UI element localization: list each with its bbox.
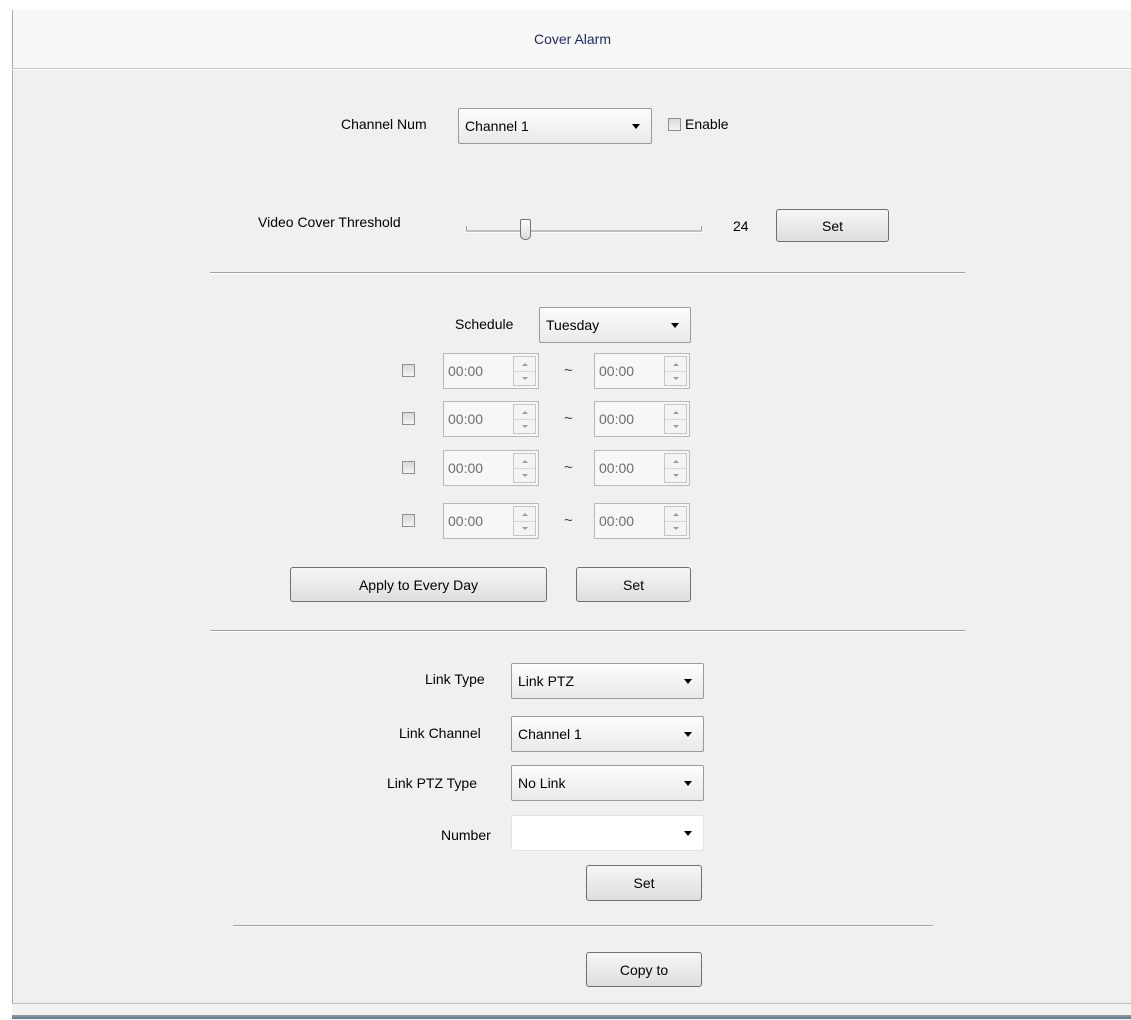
spin-down-icon[interactable] xyxy=(665,521,686,535)
spin-down-icon[interactable] xyxy=(665,468,686,482)
link-type-label: Link Type xyxy=(425,671,485,687)
spin-up-icon[interactable] xyxy=(514,357,535,372)
chevron-down-icon xyxy=(632,124,640,129)
spin-down-icon[interactable] xyxy=(665,371,686,385)
apply-every-day-label: Apply to Every Day xyxy=(358,576,479,593)
window-header: Cover Alarm xyxy=(12,10,1131,69)
copy-to-label: Copy to xyxy=(619,961,669,978)
slider-tick xyxy=(466,226,467,230)
slider-tick xyxy=(701,226,702,230)
schedule-day-value: Tuesday xyxy=(546,317,600,333)
spin-up-icon[interactable] xyxy=(665,357,686,372)
copy-to-button[interactable]: Copy to xyxy=(586,952,702,987)
link-type-value: Link PTZ xyxy=(518,673,575,689)
spin-up-icon[interactable] xyxy=(514,507,535,522)
divider xyxy=(210,272,965,274)
divider xyxy=(233,925,933,927)
time-separator: ~ xyxy=(564,512,573,529)
schedule-end-time[interactable]: 00:00 xyxy=(594,450,690,486)
end-time-value: 00:00 xyxy=(599,513,635,529)
start-time-value: 00:00 xyxy=(448,460,484,476)
threshold-value: 24 xyxy=(733,218,749,234)
schedule-row-checkbox[interactable] xyxy=(402,364,415,377)
schedule-start-time[interactable]: 00:00 xyxy=(443,450,539,486)
number-label: Number xyxy=(441,827,491,843)
schedule-row-checkbox[interactable] xyxy=(402,514,415,527)
schedule-start-time[interactable]: 00:00 xyxy=(443,401,539,437)
channel-num-label: Channel Num xyxy=(341,116,427,132)
schedule-end-time[interactable]: 00:00 xyxy=(594,401,690,437)
spin-up-icon[interactable] xyxy=(665,507,686,522)
chevron-down-icon xyxy=(684,732,692,737)
link-ptz-type-select[interactable]: No Link xyxy=(511,765,704,801)
link-set-label: Set xyxy=(633,875,655,891)
end-time-value: 00:00 xyxy=(599,363,635,379)
threshold-set-label: Set xyxy=(821,217,843,234)
bottom-bar xyxy=(12,1003,1131,1020)
schedule-end-time[interactable]: 00:00 xyxy=(594,503,690,539)
spin-down-icon[interactable] xyxy=(514,521,535,535)
schedule-row-checkbox[interactable] xyxy=(402,412,415,425)
schedule-end-time[interactable]: 00:00 xyxy=(594,353,690,389)
threshold-set-button[interactable]: Set xyxy=(776,209,889,242)
enable-label: Enable xyxy=(685,116,729,132)
schedule-set-label: Set xyxy=(622,576,644,593)
settings-panel xyxy=(12,70,1131,1003)
schedule-start-time[interactable]: 00:00 xyxy=(443,503,539,539)
time-spinner[interactable] xyxy=(664,453,687,483)
page-title: Cover Alarm xyxy=(533,31,612,47)
spin-down-icon[interactable] xyxy=(514,419,535,433)
schedule-set-button[interactable]: Set xyxy=(576,567,691,602)
link-channel-select[interactable]: Channel 1 xyxy=(511,716,704,752)
end-time-value: 00:00 xyxy=(599,460,635,476)
time-spinner[interactable] xyxy=(513,506,536,536)
enable-checkbox[interactable] xyxy=(668,118,681,131)
time-spinner[interactable] xyxy=(513,453,536,483)
link-channel-label: Link Channel xyxy=(399,725,481,741)
spin-up-icon[interactable] xyxy=(665,405,686,420)
link-channel-value: Channel 1 xyxy=(518,726,582,742)
link-type-select[interactable]: Link PTZ xyxy=(511,663,704,699)
schedule-label: Schedule xyxy=(455,316,514,332)
link-set-button[interactable]: Set xyxy=(586,865,702,901)
chevron-down-icon xyxy=(684,831,692,836)
start-time-value: 00:00 xyxy=(448,363,484,379)
divider xyxy=(210,630,965,632)
spin-up-icon[interactable] xyxy=(665,454,686,469)
time-spinner[interactable] xyxy=(664,506,687,536)
spin-up-icon[interactable] xyxy=(514,405,535,420)
start-time-value: 00:00 xyxy=(448,513,484,529)
slider-thumb-icon[interactable] xyxy=(520,219,531,240)
time-spinner[interactable] xyxy=(664,404,687,434)
schedule-row-checkbox[interactable] xyxy=(402,461,415,474)
time-spinner[interactable] xyxy=(664,356,687,386)
time-spinner[interactable] xyxy=(513,356,536,386)
threshold-label: Video Cover Threshold xyxy=(258,214,401,230)
chevron-down-icon xyxy=(684,781,692,786)
link-ptz-type-label: Link PTZ Type xyxy=(387,775,478,791)
link-ptz-type-value: No Link xyxy=(518,775,566,791)
chevron-down-icon xyxy=(671,323,679,328)
spin-down-icon[interactable] xyxy=(514,468,535,482)
apply-every-day-button[interactable]: Apply to Every Day xyxy=(290,567,547,602)
number-select[interactable] xyxy=(511,815,704,851)
channel-num-select[interactable]: Channel 1 xyxy=(458,108,652,144)
threshold-slider-track[interactable] xyxy=(466,230,702,233)
time-spinner[interactable] xyxy=(513,404,536,434)
spin-down-icon[interactable] xyxy=(665,419,686,433)
spin-up-icon[interactable] xyxy=(514,454,535,469)
chevron-down-icon xyxy=(684,679,692,684)
time-separator: ~ xyxy=(564,362,573,379)
time-separator: ~ xyxy=(564,459,573,476)
end-time-value: 00:00 xyxy=(599,411,635,427)
schedule-start-time[interactable]: 00:00 xyxy=(443,353,539,389)
spin-down-icon[interactable] xyxy=(514,371,535,385)
time-separator: ~ xyxy=(564,410,573,427)
schedule-day-select[interactable]: Tuesday xyxy=(539,307,691,343)
start-time-value: 00:00 xyxy=(448,411,484,427)
channel-num-value: Channel 1 xyxy=(465,118,529,134)
